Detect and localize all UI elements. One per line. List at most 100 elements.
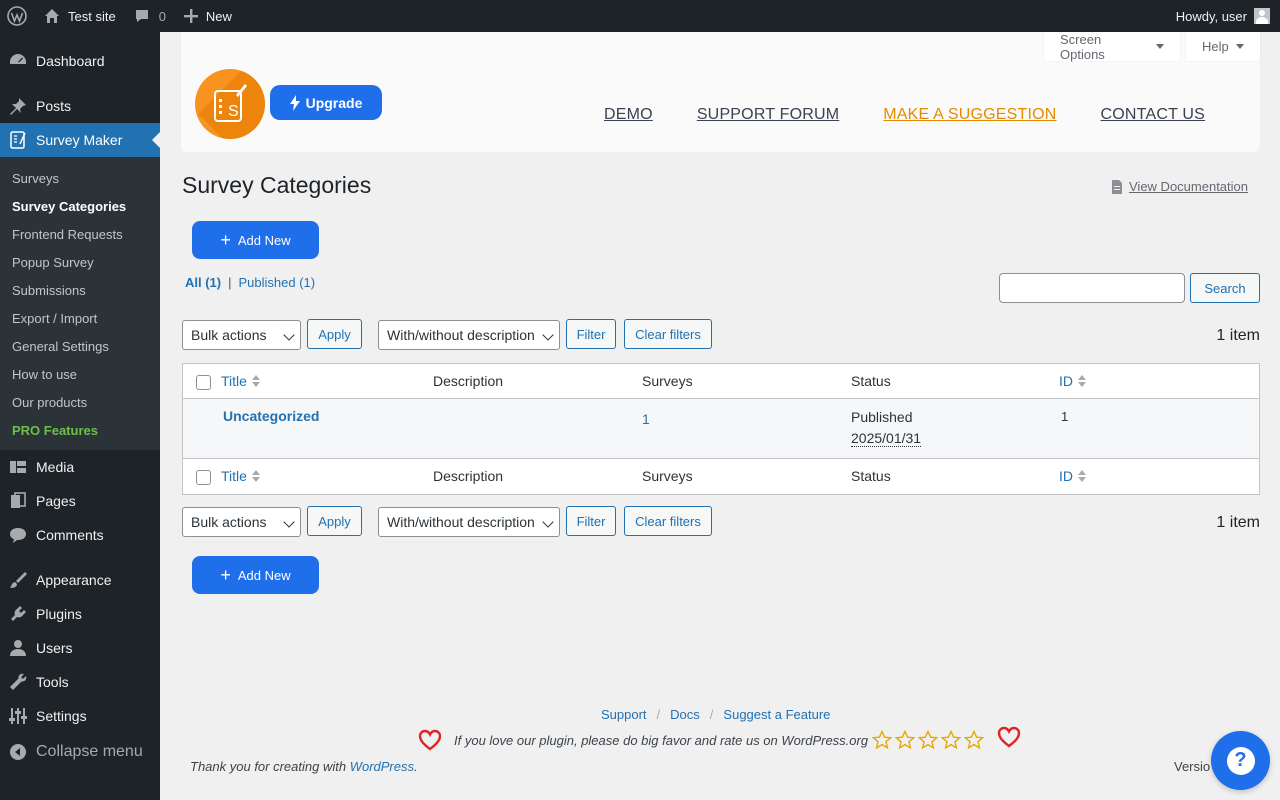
submenu-popup-survey[interactable]: Popup Survey [0, 248, 160, 276]
column-title[interactable]: Title [221, 468, 260, 484]
view-all-link[interactable]: All (1) [185, 275, 221, 290]
submenu-frontend-requests[interactable]: Frontend Requests [0, 220, 160, 248]
category-id: 1 [1061, 409, 1069, 424]
site-name-link[interactable]: Test site [35, 0, 124, 32]
add-new-label: Add New [237, 567, 291, 583]
category-title-link[interactable]: Uncategorized [223, 408, 319, 424]
menu-tools[interactable]: Tools [0, 665, 160, 699]
column-label: ID [1059, 468, 1073, 484]
star-icon[interactable] [964, 730, 985, 750]
add-new-label: Add New [237, 232, 291, 248]
column-id[interactable]: ID [1059, 468, 1086, 484]
apply-button-top[interactable]: Apply [307, 319, 362, 349]
comment-icon [8, 525, 28, 545]
filter-button-bottom[interactable]: Filter [566, 506, 616, 536]
menu-media[interactable]: Media [0, 450, 160, 484]
document-icon [1112, 179, 1122, 194]
category-surveys-count-link[interactable]: 1 [642, 411, 650, 427]
svg-text:S: S [228, 103, 239, 120]
support-link[interactable]: Support [601, 707, 647, 722]
screen-options-tab[interactable]: Screen Options [1044, 32, 1180, 62]
new-content-link[interactable]: New [174, 0, 240, 32]
menu-pages[interactable]: Pages [0, 484, 160, 518]
pages-icon [8, 491, 28, 511]
view-separator: | [228, 275, 232, 290]
submenu-survey-categories[interactable]: Survey Categories [0, 192, 160, 220]
menu-label: Comments [36, 527, 104, 543]
chevron-down-icon [542, 329, 554, 341]
menu-label: Dashboard [36, 53, 105, 69]
demo-link[interactable]: DEMO [604, 106, 653, 124]
submenu-how-to-use[interactable]: How to use [0, 360, 160, 388]
comments-link[interactable]: 0 [124, 0, 174, 32]
star-icon[interactable] [918, 730, 939, 750]
column-title[interactable]: Title [221, 373, 260, 389]
bulk-actions-value: Bulk actions [191, 327, 267, 343]
help-label: Help [1202, 39, 1229, 54]
select-all-checkbox[interactable] [196, 375, 211, 390]
description-filter-select-bottom[interactable]: With/without description [378, 507, 560, 537]
bulk-actions-select-top[interactable]: Bulk actions [182, 320, 301, 350]
view-documentation-link[interactable]: View Documentation [1111, 179, 1248, 194]
make-suggestion-link[interactable]: MAKE A SUGGESTION [883, 106, 1056, 124]
menu-settings[interactable]: Settings [0, 699, 160, 733]
select-all-checkbox-bottom[interactable] [196, 470, 211, 485]
footer-separator: / [709, 707, 714, 722]
support-forum-link[interactable]: SUPPORT FORUM [697, 106, 839, 124]
media-icon [8, 457, 28, 477]
star-icon[interactable] [941, 730, 962, 750]
table-header: Title Description Surveys Status ID [183, 364, 1259, 399]
column-description: Description [433, 468, 504, 484]
collapse-icon [8, 742, 28, 762]
menu-dashboard[interactable]: Dashboard [0, 44, 160, 78]
menu-comments[interactable]: Comments [0, 518, 160, 552]
home-icon [44, 8, 60, 24]
my-account[interactable]: Howdy, user [1176, 8, 1280, 24]
add-new-button[interactable]: + Add New [192, 221, 319, 259]
howdy-text: Howdy, user [1175, 8, 1247, 24]
wordpress-logo-icon[interactable] [0, 0, 35, 32]
star-icon[interactable] [872, 730, 893, 750]
upgrade-button[interactable]: Upgrade [270, 85, 382, 120]
wordpress-link[interactable]: WordPress [350, 759, 414, 774]
caret-down-icon [1235, 44, 1244, 49]
collapse-menu-button[interactable]: Collapse menu [0, 735, 160, 769]
footer-separator: / [656, 707, 661, 722]
menu-survey-maker[interactable]: Survey Maker [0, 123, 160, 157]
add-new-button-bottom[interactable]: + Add New [192, 556, 319, 594]
column-id[interactable]: ID [1059, 373, 1086, 389]
submenu-general-settings[interactable]: General Settings [0, 332, 160, 360]
bulk-actions-select-bottom[interactable]: Bulk actions [182, 507, 301, 537]
menu-posts[interactable]: Posts [0, 89, 160, 123]
item-count-bottom: 1 item [1216, 514, 1260, 531]
menu-users[interactable]: Users [0, 631, 160, 665]
star-icon[interactable] [895, 730, 916, 750]
suggest-feature-link[interactable]: Suggest a Feature [723, 707, 830, 722]
survey-icon [8, 130, 28, 150]
submenu-submissions[interactable]: Submissions [0, 276, 160, 304]
menu-label: Tools [36, 674, 69, 690]
menu-plugins[interactable]: Plugins [0, 597, 160, 631]
apply-button-bottom[interactable]: Apply [307, 506, 362, 536]
submenu-our-products[interactable]: Our products [0, 388, 160, 416]
contact-us-link[interactable]: CONTACT US [1101, 106, 1206, 124]
filter-button-top[interactable]: Filter [566, 319, 616, 349]
submenu-export-import[interactable]: Export / Import [0, 304, 160, 332]
submenu-pro-features[interactable]: PRO Features [0, 416, 160, 444]
clear-filters-button-top[interactable]: Clear filters [624, 319, 712, 349]
menu-appearance[interactable]: Appearance [0, 563, 160, 597]
description-filter-select-top[interactable]: With/without description [378, 320, 560, 350]
search-input[interactable] [999, 273, 1185, 303]
help-tab[interactable]: Help [1186, 32, 1260, 61]
help-chat-button[interactable]: ? [1211, 731, 1270, 790]
survey-maker-logo: S [195, 69, 265, 139]
clear-filters-button-bottom[interactable]: Clear filters [624, 506, 712, 536]
categories-table: Title Description Surveys Status ID Unca… [182, 363, 1260, 495]
docs-link[interactable]: Docs [670, 707, 700, 722]
plugin-header-links: DEMO SUPPORT FORUM MAKE A SUGGESTION CON… [604, 106, 1205, 124]
plug-icon [8, 604, 28, 624]
submenu-surveys[interactable]: Surveys [0, 164, 160, 192]
rating-stars[interactable] [872, 730, 987, 750]
view-published-link[interactable]: Published (1) [239, 275, 316, 290]
search-button[interactable]: Search [1190, 273, 1260, 303]
